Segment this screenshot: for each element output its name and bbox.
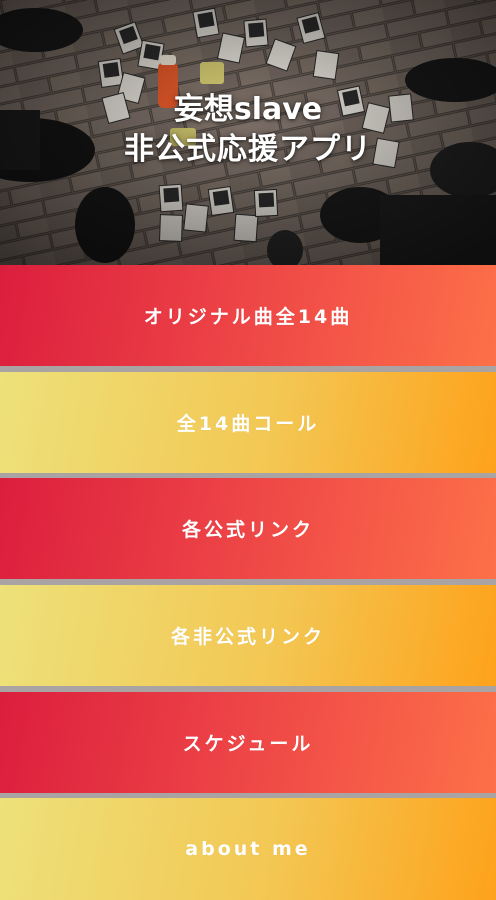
menu-button-label: 全14曲コール [176, 413, 320, 435]
menu-button-label: オリジナル曲全14曲 [143, 306, 353, 328]
app-title-line1: 妄想slave [173, 92, 323, 127]
menu-button-label: スケジュール [182, 733, 314, 755]
menu-button-official-links[interactable]: 各公式リンク [0, 478, 496, 579]
menu-button-song-calls[interactable]: 全14曲コール [0, 372, 496, 473]
app-screen: 妄想slave 非公式応援アプリ オリジナル曲全14曲 全14曲コール 各公式リ… [0, 0, 496, 900]
hero-banner: 妄想slave 非公式応援アプリ [0, 0, 496, 265]
menu-button-label: 各公式リンク [181, 519, 314, 541]
menu-button-schedule[interactable]: スケジュール [0, 692, 496, 793]
menu-button-original-songs[interactable]: オリジナル曲全14曲 [0, 265, 496, 366]
menu-button-about-me[interactable]: about me [0, 798, 496, 900]
menu-button-label: about me [185, 838, 311, 860]
app-title-line2: 非公式応援アプリ [124, 132, 372, 167]
menu-button-unofficial-links[interactable]: 各非公式リンク [0, 585, 496, 686]
menu-button-label: 各非公式リンク [170, 626, 325, 648]
